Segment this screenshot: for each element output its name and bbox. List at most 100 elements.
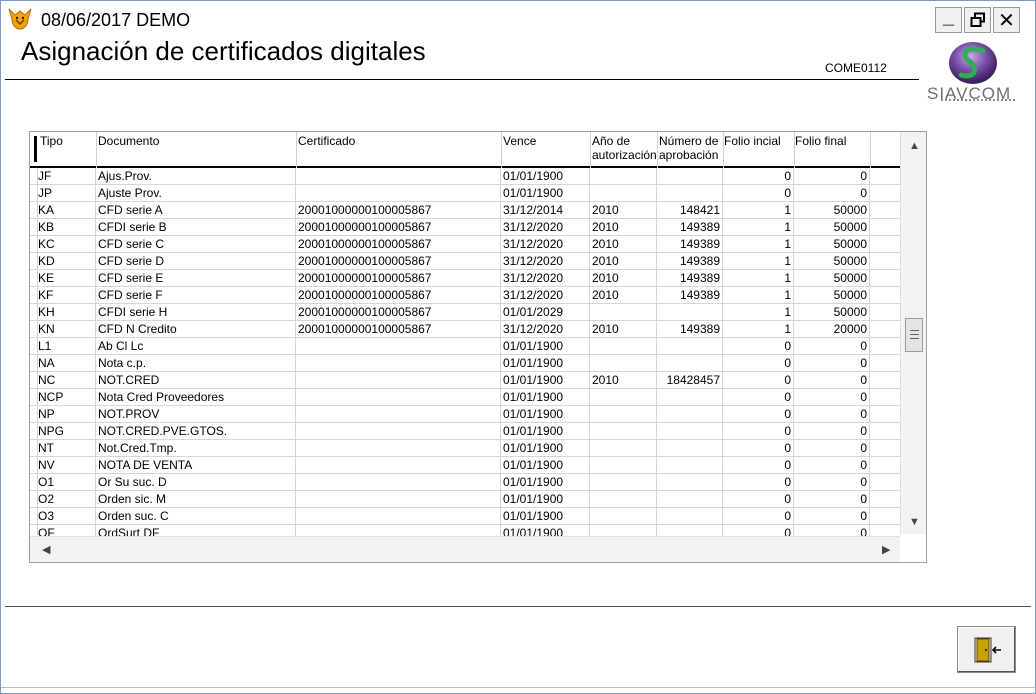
cell-documento[interactable]: Nota c.p. [96,355,296,372]
cell-tipo[interactable]: KH [38,304,96,321]
cell-anio[interactable]: 2010 [590,372,657,389]
cell-certificado[interactable] [296,185,501,202]
row-marker[interactable] [30,491,38,508]
cell-numero[interactable] [657,440,723,457]
row-marker[interactable] [30,423,38,440]
cell-folio-final[interactable]: 50000 [794,304,870,321]
cell-vence[interactable]: 31/12/2020 [501,236,590,253]
row-marker[interactable] [30,185,38,202]
cell-vence[interactable]: 01/01/1900 [501,508,590,525]
row-marker[interactable] [30,440,38,457]
table-row[interactable]: KB CFDI serie B 20001000000100005867 31/12/… [30,219,900,236]
cell-anio[interactable] [590,389,657,406]
cell-vence[interactable]: 01/01/1900 [501,355,590,372]
cell-documento[interactable]: Ab Cl Lc [96,338,296,355]
cell-folio-final[interactable]: 0 [794,406,870,423]
cell-folio-final[interactable]: 20000 [794,321,870,338]
cell-folio-final[interactable]: 50000 [794,219,870,236]
cell-anio[interactable] [590,491,657,508]
cell-documento[interactable]: CFD N Credito [96,321,296,338]
cell-certificado[interactable]: 20001000000100005867 [296,270,501,287]
cell-folio-final[interactable]: 0 [794,389,870,406]
table-row[interactable]: JP Ajuste Prov. 01/01/1900 0 0 [30,185,900,202]
cell-anio[interactable] [590,440,657,457]
cell-numero[interactable] [657,338,723,355]
cell-numero[interactable]: 149389 [657,321,723,338]
cell-numero[interactable] [657,355,723,372]
cell-vence[interactable]: 01/01/1900 [501,372,590,389]
cell-folio-inicial[interactable]: 0 [723,423,794,440]
cell-anio[interactable] [590,423,657,440]
header-documento[interactable]: Documento [98,134,159,148]
row-marker[interactable] [30,304,38,321]
cell-folio-inicial[interactable]: 0 [723,406,794,423]
table-row[interactable]: NC NOT.CRED 01/01/1900 2010 18428457 0 0 [30,372,900,389]
cell-numero[interactable]: 148421 [657,202,723,219]
cell-folio-inicial[interactable]: 1 [723,270,794,287]
table-row[interactable]: NT Not.Cred.Tmp. 01/01/1900 0 0 [30,440,900,457]
cell-anio[interactable]: 2010 [590,219,657,236]
row-marker[interactable] [30,389,38,406]
table-row[interactable]: KD CFD serie D 20001000000100005867 31/12/2… [30,253,900,270]
cell-folio-inicial[interactable]: 0 [723,338,794,355]
cell-folio-inicial[interactable]: 1 [723,202,794,219]
table-row[interactable]: NV NOTA DE VENTA 01/01/1900 0 0 [30,457,900,474]
cell-folio-inicial[interactable]: 1 [723,304,794,321]
cell-vence[interactable]: 31/12/2014 [501,202,590,219]
cell-numero[interactable] [657,474,723,491]
cell-documento[interactable]: CFD serie E [96,270,296,287]
cell-certificado[interactable]: 20001000000100005867 [296,219,501,236]
cell-numero[interactable] [657,491,723,508]
scroll-down-icon[interactable]: ▼ [909,516,920,528]
cell-vence[interactable]: 31/12/2020 [501,253,590,270]
header-folio-inicial[interactable]: Folio incial [724,134,781,148]
cell-tipo[interactable]: NPG [38,423,96,440]
cell-vence[interactable]: 31/12/2020 [501,270,590,287]
header-anio[interactable]: Año de autorización [592,134,657,162]
cell-documento[interactable]: Or Su suc. D [96,474,296,491]
cell-numero[interactable] [657,168,723,185]
cell-anio[interactable]: 2010 [590,253,657,270]
cell-tipo[interactable]: JF [38,168,96,185]
cell-anio[interactable]: 2010 [590,321,657,338]
cell-tipo[interactable]: O3 [38,508,96,525]
cell-folio-final[interactable]: 0 [794,338,870,355]
cell-certificado[interactable]: 20001000000100005867 [296,202,501,219]
cell-documento[interactable]: CFDI serie H [96,304,296,321]
row-marker[interactable] [30,236,38,253]
title-bar[interactable]: 08/06/2017 DEMO _ ✕ [1,1,1035,37]
row-marker[interactable] [30,253,38,270]
row-marker[interactable] [30,355,38,372]
cell-folio-inicial[interactable]: 0 [723,372,794,389]
cell-numero[interactable]: 18428457 [657,372,723,389]
cell-folio-inicial[interactable]: 0 [723,457,794,474]
scroll-left-icon[interactable]: ◀ [42,543,50,556]
cell-vence[interactable]: 01/01/1900 [501,440,590,457]
cell-anio[interactable]: 2010 [590,202,657,219]
cell-folio-inicial[interactable]: 1 [723,236,794,253]
cell-vence[interactable]: 01/01/1900 [501,457,590,474]
cell-numero[interactable]: 149389 [657,219,723,236]
cell-numero[interactable]: 149389 [657,270,723,287]
cell-vence[interactable]: 31/12/2020 [501,287,590,304]
scroll-up-icon[interactable]: ▲ [909,140,920,152]
cell-certificado[interactable] [296,423,501,440]
table-row[interactable]: KA CFD serie A 20001000000100005867 31/12/2… [30,202,900,219]
cell-documento[interactable]: NOT.CRED [96,372,296,389]
cell-anio[interactable] [590,457,657,474]
cell-folio-final[interactable]: 0 [794,423,870,440]
cell-certificado[interactable] [296,168,501,185]
cell-documento[interactable]: Ajus.Prov. [96,168,296,185]
cell-folio-inicial[interactable]: 0 [723,185,794,202]
cell-certificado[interactable] [296,457,501,474]
cell-anio[interactable]: 2010 [590,236,657,253]
cell-vence[interactable]: 01/01/1900 [501,185,590,202]
header-numero[interactable]: Número de aprobación [659,134,718,162]
cell-tipo[interactable]: NV [38,457,96,474]
cell-numero[interactable]: 149389 [657,236,723,253]
cell-anio[interactable]: 2010 [590,287,657,304]
row-marker[interactable] [30,508,38,525]
header-tipo[interactable]: Tipo [40,134,63,148]
table-row[interactable]: NA Nota c.p. 01/01/1900 0 0 [30,355,900,372]
cell-tipo[interactable]: NT [38,440,96,457]
